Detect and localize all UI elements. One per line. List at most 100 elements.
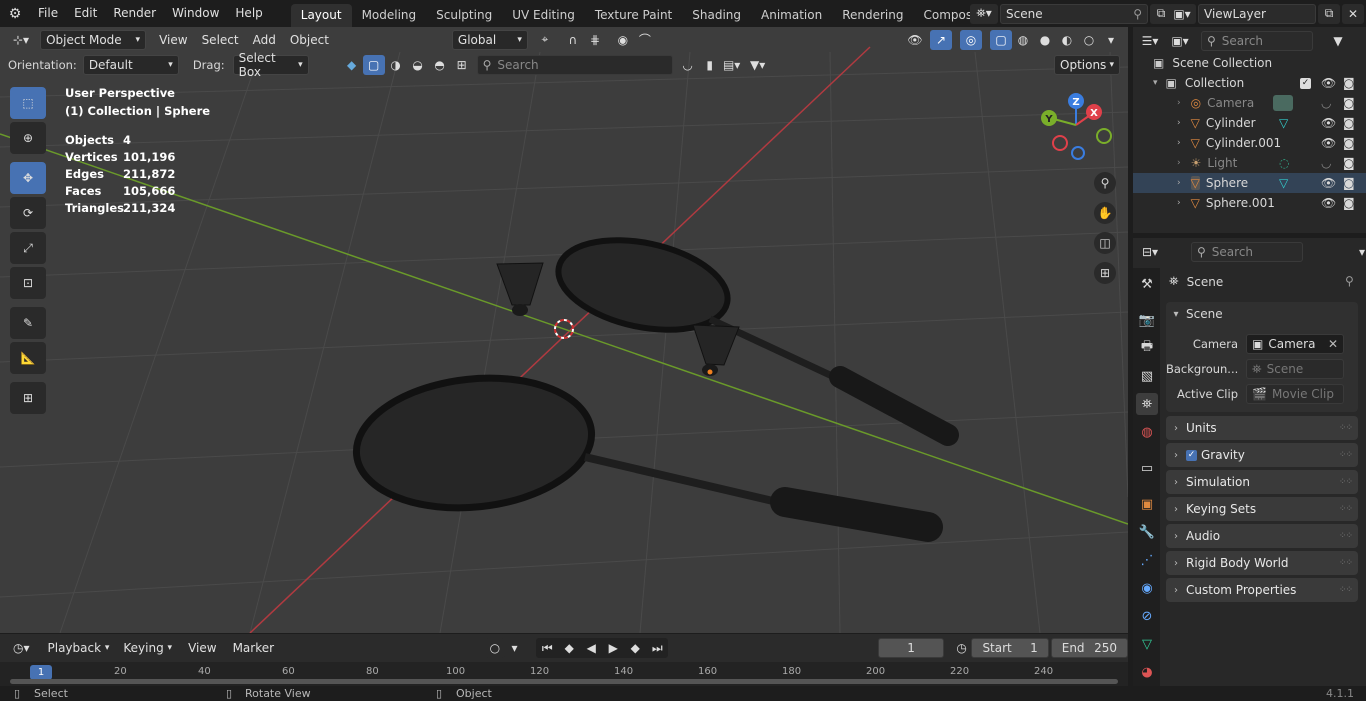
tool-scale[interactable]: ⤢	[10, 232, 46, 264]
panel-simulation[interactable]: › Simulation ⁘⁘	[1166, 470, 1358, 494]
xray-toggle-icon[interactable]: ▢	[990, 29, 1012, 50]
active-clip-property-field[interactable]: 🎬 Movie Clip	[1246, 384, 1344, 404]
select-mode-invert-icon[interactable]: ◓	[429, 55, 451, 75]
scene-panel-header[interactable]: ▾ Scene	[1166, 302, 1358, 326]
editor-type-icon[interactable]: ⊹▾	[8, 30, 34, 50]
overlay-toggle-icon[interactable]: ◎	[960, 29, 982, 50]
menu-edit[interactable]: Edit	[66, 0, 105, 27]
tab-data-icon[interactable]: ▽	[1136, 633, 1158, 655]
tab-material-icon[interactable]: ◕	[1136, 661, 1158, 683]
tab-tool-icon[interactable]: ⚒	[1136, 273, 1158, 295]
falloff-icon[interactable]: ⌒	[634, 30, 656, 50]
options-dropdown[interactable]: Options ▾	[1054, 54, 1120, 75]
end-frame-field[interactable]: End 250	[1050, 638, 1129, 658]
tool-add-cube[interactable]: ⊞	[10, 382, 46, 414]
transform-orientation-dropdown[interactable]: Global ▾	[451, 29, 528, 50]
tab-view-layer-icon[interactable]: ▧	[1136, 365, 1158, 387]
bookmark-icon[interactable]: ▮	[699, 55, 721, 75]
scene-icon[interactable]: ⛯▾	[970, 3, 998, 24]
tab-output-icon[interactable]: 🖶	[1136, 337, 1158, 359]
tool-cursor[interactable]: ⊕	[10, 122, 46, 154]
viewport-search-input[interactable]: ⚲ Search	[476, 54, 673, 75]
background-property-field[interactable]: ⛯ Scene	[1246, 359, 1344, 379]
outliner-item-light[interactable]: › ☀ Light ◌ ◡ ◙	[1133, 153, 1366, 173]
select-mode-intersect-icon[interactable]: ⊞	[451, 55, 473, 75]
tool-rotate[interactable]: ⟳	[10, 197, 46, 229]
outliner-item-camera[interactable]: › ◎ Camera ◡ ◙	[1133, 93, 1366, 113]
collection-row[interactable]: ▾ ▣ Collection ✓ 👁 ◙	[1133, 73, 1366, 93]
tab-rendering[interactable]: Rendering	[832, 4, 913, 27]
hidden-eye-icon[interactable]: ◡	[1321, 156, 1331, 170]
tab-particles-icon[interactable]: ⋰	[1136, 549, 1158, 571]
tab-texture-paint[interactable]: Texture Paint	[585, 4, 682, 27]
camera-view-icon[interactable]: ◫	[1094, 232, 1116, 254]
tool-transform[interactable]: ⊡	[10, 267, 46, 299]
outliner-editor-type-icon[interactable]: ☰▾	[1139, 31, 1161, 51]
timeline-editor-type-icon[interactable]: ◷▾	[8, 638, 35, 658]
preview-range-icon[interactable]: ◷	[952, 638, 972, 658]
panel-keying-sets[interactable]: › Keying Sets ⁘⁘	[1166, 497, 1358, 521]
render-camera-icon[interactable]: ◙	[1343, 176, 1355, 190]
shading-solid-icon[interactable]: ●	[1034, 30, 1056, 50]
select-mode-new-icon[interactable]: ▢	[362, 54, 385, 75]
timeline-ruler[interactable]: 1 20 40 60 80 100 120 140 160 180 200 22…	[0, 662, 1128, 686]
tab-shading[interactable]: Shading	[682, 4, 751, 27]
shading-material-icon[interactable]: ◐	[1056, 30, 1078, 50]
tab-scene-icon[interactable]: ⛯	[1136, 393, 1158, 415]
tab-collection-icon[interactable]: ▭	[1136, 457, 1158, 479]
camera-property-field[interactable]: ▣ Camera ✕	[1246, 334, 1344, 354]
auto-key-options-icon[interactable]: ▾	[505, 638, 525, 658]
scene-name-field[interactable]: Scene ⚲	[1000, 3, 1148, 24]
filter-icon[interactable]: ▼▾	[747, 55, 769, 75]
menu-add[interactable]: Add	[248, 30, 281, 50]
proportional-edit-icon[interactable]: ◉	[612, 30, 634, 50]
expand-chevron-icon[interactable]: ›	[1177, 198, 1181, 208]
zoom-icon[interactable]: ⚲	[1094, 172, 1116, 194]
tab-world-icon[interactable]: ◍	[1136, 421, 1158, 443]
shading-rendered-icon[interactable]: ○	[1078, 30, 1100, 50]
drag-grip-icon[interactable]: ⁘⁘	[1339, 531, 1353, 541]
jump-start-icon[interactable]: ⏮	[536, 638, 558, 658]
blender-logo-icon[interactable]: ⚙	[0, 6, 30, 22]
new-viewlayer-icon[interactable]: ⧉	[1318, 3, 1340, 24]
render-camera-icon[interactable]: ◙	[1343, 116, 1355, 130]
snap-icon[interactable]: ∩	[562, 30, 584, 50]
ortho-grid-icon[interactable]: ⊞	[1094, 262, 1116, 284]
render-camera-icon[interactable]: ◙	[1343, 136, 1355, 150]
shading-options-icon[interactable]: ▾	[1100, 30, 1122, 50]
menu-window[interactable]: Window	[164, 0, 227, 27]
tab-animation[interactable]: Animation	[751, 4, 832, 27]
visibility-eye-icon[interactable]: 👁	[1321, 176, 1336, 190]
drag-dropdown[interactable]: Select Box ▾	[232, 51, 309, 79]
play-icon[interactable]: ▶	[602, 638, 624, 658]
tool-annotate[interactable]: ✎	[10, 307, 46, 339]
shuttlecock-2[interactable]	[692, 324, 740, 376]
delete-viewlayer-icon[interactable]: ✕	[1342, 3, 1364, 24]
collapse-chevron-icon[interactable]: ▾	[1166, 309, 1186, 320]
outliner-item-cylinder[interactable]: › ▽ Cylinder ▽ 👁 ◙	[1133, 113, 1366, 133]
outliner-filter-icon[interactable]: ▼	[1327, 31, 1349, 51]
start-frame-field[interactable]: Start 1	[971, 638, 1049, 658]
render-camera-icon[interactable]: ◙	[1343, 76, 1355, 90]
pin-icon[interactable]: ⚲	[1133, 7, 1142, 21]
panel-rigid-body-world[interactable]: › Rigid Body World ⁘⁘	[1166, 551, 1358, 575]
outliner-item-sphere[interactable]: › ▽ Sphere ▽ 👁 ◙	[1133, 173, 1366, 193]
play-reverse-icon[interactable]: ◀	[580, 638, 602, 658]
menu-help[interactable]: Help	[227, 0, 270, 27]
drag-grip-icon[interactable]: ⁘⁘	[1339, 423, 1353, 433]
tab-constraints-icon[interactable]: ⊘	[1136, 605, 1158, 627]
panel-audio[interactable]: › Audio ⁘⁘	[1166, 524, 1358, 548]
render-camera-icon[interactable]: ◙	[1343, 196, 1355, 210]
pan-hand-icon[interactable]: ✋	[1094, 202, 1116, 224]
properties-search-input[interactable]: ⚲ Search	[1191, 242, 1303, 262]
pin-icon[interactable]: ⚲	[1345, 274, 1354, 288]
navigation-gizmo[interactable]: Z X Y	[1038, 89, 1118, 169]
properties-editor-type-icon[interactable]: ⊟▾	[1139, 242, 1161, 262]
orientation-dropdown[interactable]: Default ▾	[82, 54, 179, 75]
menu-object[interactable]: Object	[285, 30, 334, 50]
shading-wireframe-icon[interactable]: ◍	[1012, 30, 1034, 50]
menu-view[interactable]: View	[154, 30, 192, 50]
current-frame-field[interactable]: 1	[878, 638, 944, 658]
menu-marker[interactable]: Marker	[228, 638, 279, 658]
menu-select[interactable]: Select	[197, 30, 244, 50]
